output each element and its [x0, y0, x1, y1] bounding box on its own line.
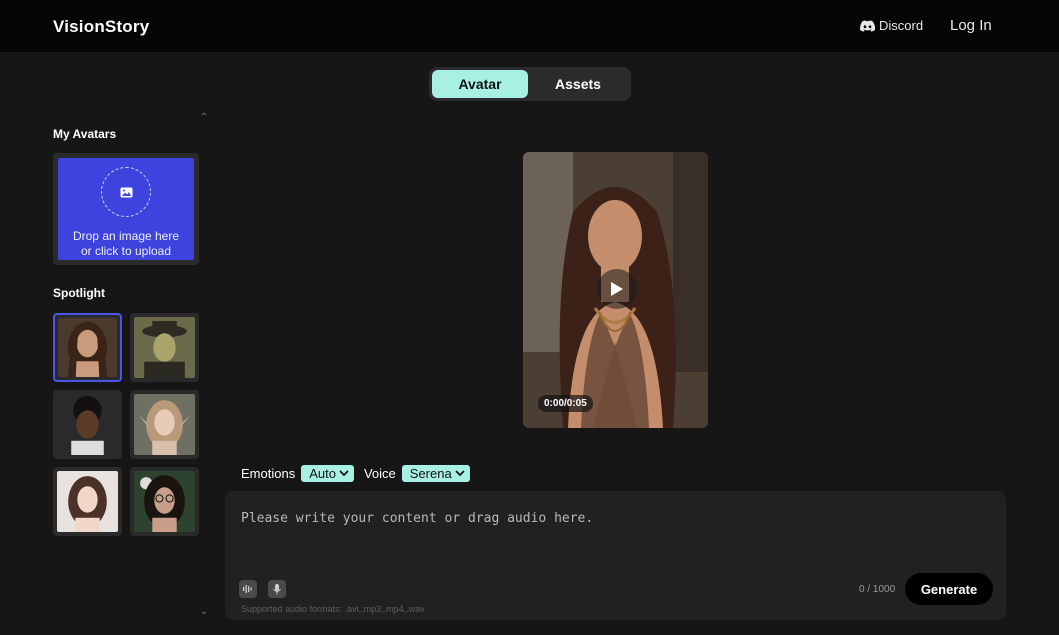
voice-label: Voice: [363, 466, 396, 481]
upload-circle: [101, 167, 151, 217]
video-time: 0:00/0:05: [538, 395, 593, 412]
char-count: 0 / 1000: [859, 584, 896, 595]
avatar-man-curly-icon: [57, 394, 118, 455]
play-button[interactable]: [597, 269, 637, 309]
tab-assets[interactable]: Assets: [528, 70, 628, 98]
upload-text-line2: or click to upload: [80, 244, 172, 258]
voice-value: Serena: [409, 466, 452, 481]
tab-avatar[interactable]: Avatar: [432, 70, 528, 98]
avatar-video-preview[interactable]: 0:00/0:05: [523, 152, 708, 428]
upload-text-line1: Drop an image here: [72, 229, 180, 243]
spotlight-avatar-5[interactable]: [53, 467, 122, 536]
chevron-down-icon: [339, 470, 349, 477]
microphone-icon: [273, 584, 281, 595]
discord-label: Discord: [879, 18, 924, 33]
generate-button[interactable]: Generate: [905, 573, 993, 605]
emotions-value: Auto: [309, 466, 336, 481]
supported-formats: Supported audio formats: .avi,.mp3,.mp4,…: [241, 604, 425, 614]
my-avatars-title: My Avatars: [53, 127, 117, 141]
avatar-man-hat-icon: [134, 317, 195, 378]
microphone-button[interactable]: [268, 580, 286, 598]
audio-wave-icon: [243, 585, 252, 593]
discord-link[interactable]: Discord: [860, 18, 923, 33]
avatar-upload-dropzone[interactable]: Drop an image here or click to upload: [53, 153, 199, 265]
voice-select[interactable]: Serena: [401, 465, 470, 482]
play-icon: [611, 282, 623, 296]
emotions-select[interactable]: Auto: [301, 465, 354, 482]
avatar-woman-brunette-icon: [58, 318, 117, 377]
spotlight-title: Spotlight: [53, 286, 105, 300]
login-button[interactable]: Log In: [950, 17, 992, 34]
avatar-elf-woman-icon: [134, 394, 195, 455]
emotions-label: Emotions: [241, 466, 296, 481]
upload-text: Drop an image here or click to upload: [73, 229, 179, 259]
sidebar-scroll-up-icon[interactable]: ⌃: [200, 112, 208, 123]
chevron-down-icon: [455, 470, 465, 477]
generation-options: Emotions Auto Voice Serena: [241, 465, 470, 482]
sidebar-scroll-down-icon[interactable]: ⌄: [200, 606, 208, 617]
spotlight-avatar-1[interactable]: [53, 313, 122, 382]
image-icon: [120, 187, 132, 197]
audio-wave-button[interactable]: [239, 580, 257, 598]
discord-icon: [860, 19, 875, 32]
spotlight-avatar-4[interactable]: [130, 390, 199, 459]
avatar-woman-asian-icon: [57, 471, 118, 532]
mode-tabs: Avatar Assets: [429, 67, 631, 101]
spotlight-avatar-2[interactable]: [130, 313, 199, 382]
content-input[interactable]: Please write your content or drag audio …: [241, 511, 593, 526]
top-bar: VisionStory Discord Log In: [0, 0, 1059, 52]
logo[interactable]: VisionStory: [53, 17, 149, 37]
avatar-woman-glasses-icon: [134, 471, 195, 532]
spotlight-avatar-6[interactable]: [130, 467, 199, 536]
content-editor[interactable]: Please write your content or drag audio …: [225, 491, 1006, 620]
spotlight-avatar-3[interactable]: [53, 390, 122, 459]
